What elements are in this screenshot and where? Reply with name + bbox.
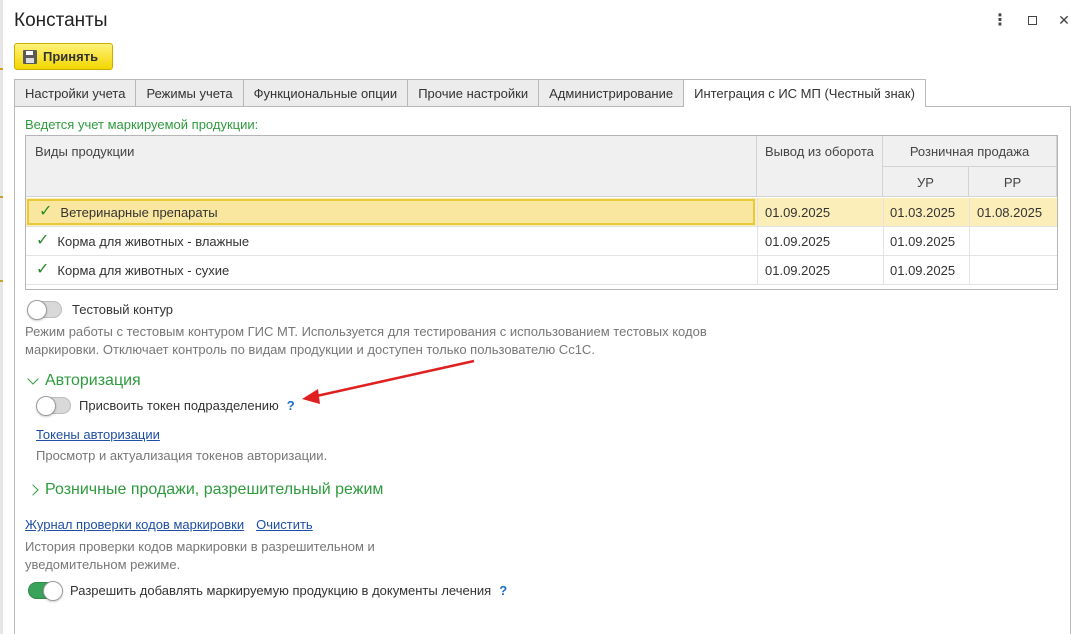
tab-integration-is-mp[interactable]: Интеграция с ИС МП (Честный знак)	[683, 79, 926, 107]
